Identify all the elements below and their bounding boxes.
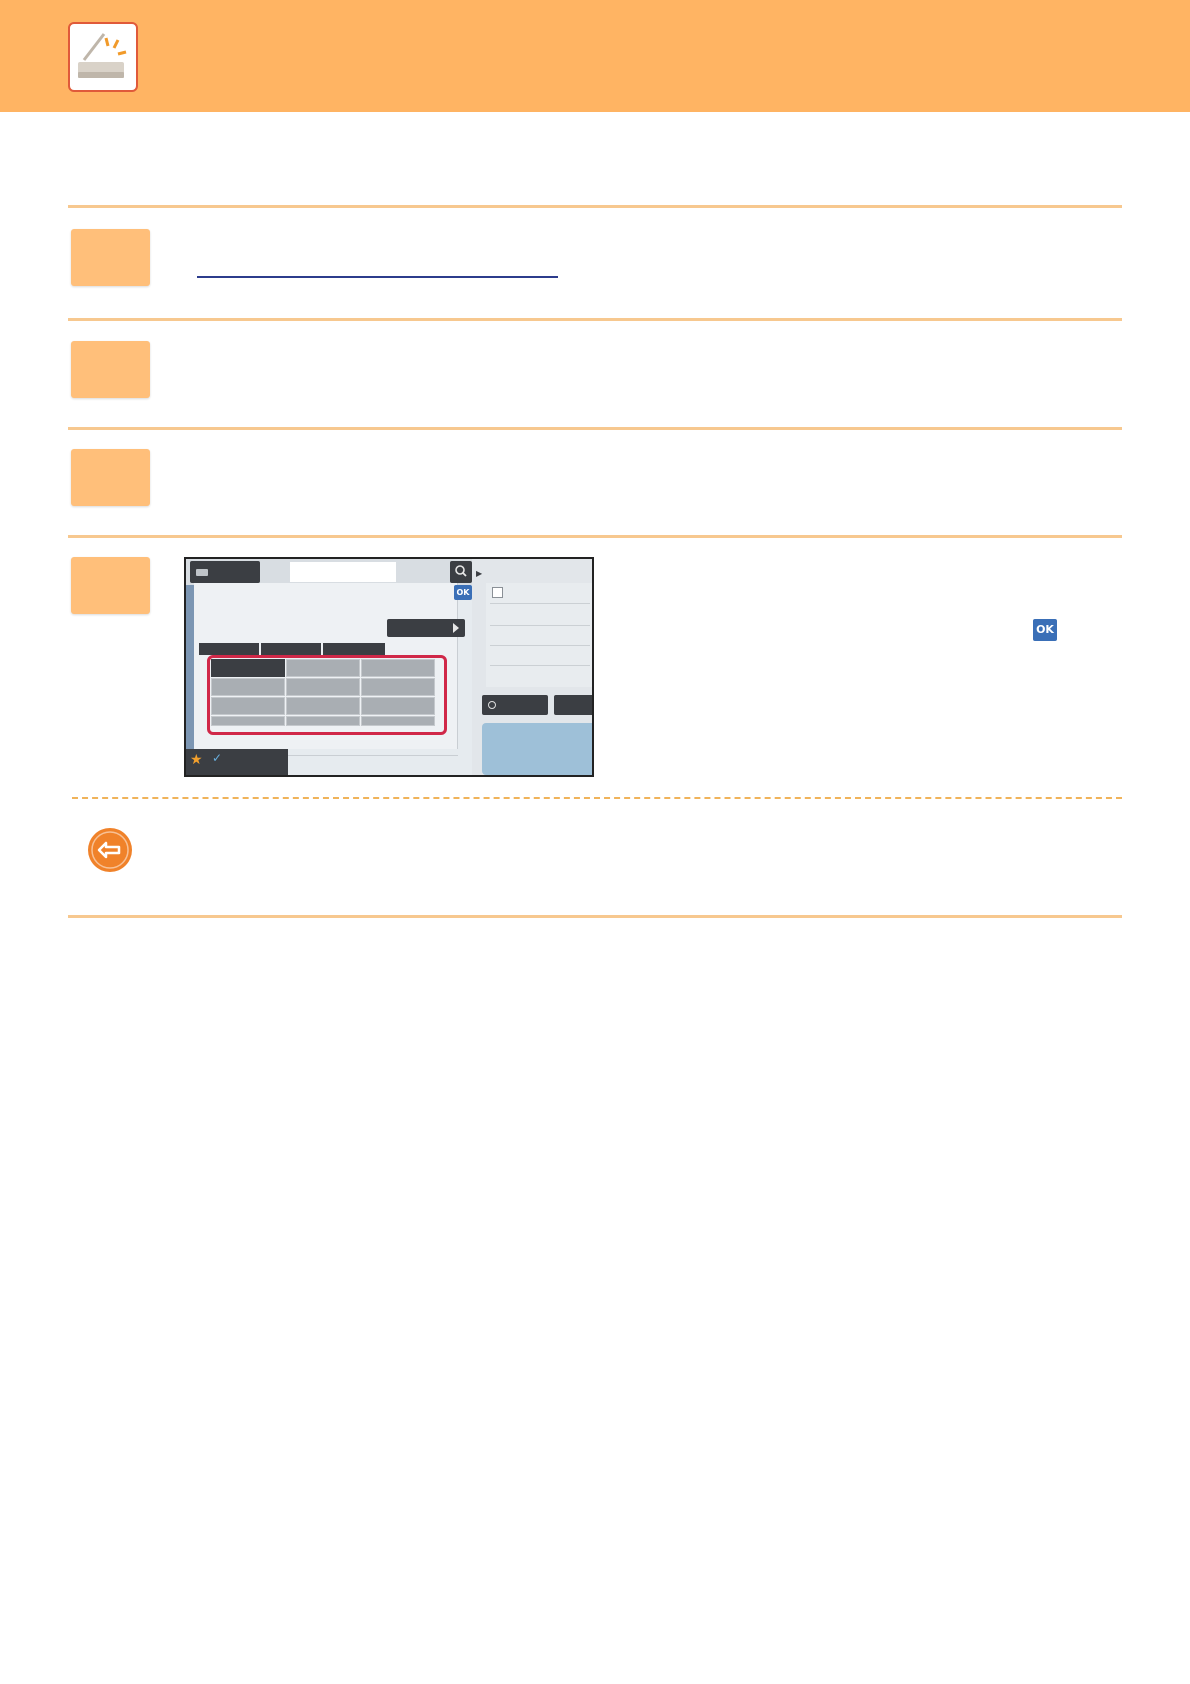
note-divider — [72, 797, 1122, 799]
panel-bottom-area — [288, 755, 458, 775]
reference-link[interactable] — [197, 276, 558, 278]
step-number-box — [71, 341, 150, 398]
panel-next-button[interactable] — [387, 619, 465, 637]
return-arrow-icon[interactable] — [86, 826, 134, 879]
step-number-box — [71, 557, 150, 614]
search-icon[interactable] — [450, 561, 472, 583]
section-divider — [68, 427, 1122, 430]
check-icon[interactable]: ✓ — [212, 751, 222, 765]
panel-start-button[interactable] — [482, 723, 592, 775]
panel-tab[interactable] — [323, 643, 385, 655]
section-divider — [68, 915, 1122, 918]
step-number-box — [71, 229, 150, 286]
play-icon[interactable]: ▶ — [476, 569, 482, 578]
step-number — [71, 557, 150, 614]
panel-right-area: ▶ — [472, 559, 592, 775]
operation-panel-screenshot: OK ★ ✓ ▶ — [184, 557, 594, 777]
grid-highlight-frame — [207, 655, 447, 735]
ok-key-icon: OK — [1033, 619, 1057, 641]
star-icon[interactable]: ★ — [190, 751, 203, 768]
panel-right-button[interactable] — [482, 695, 548, 715]
section-divider — [68, 205, 1122, 208]
step-number-box — [71, 449, 150, 506]
page-header — [0, 0, 1190, 112]
step-number — [71, 341, 150, 398]
panel-bottom-bar: ★ ✓ — [186, 749, 288, 775]
panel-mode-tab[interactable] — [190, 561, 260, 583]
scanner-icon — [68, 22, 138, 92]
panel-tab[interactable] — [261, 643, 321, 655]
panel-left-strip — [186, 585, 194, 749]
panel-checkbox[interactable] — [492, 587, 503, 598]
panel-ok-button[interactable]: OK — [454, 585, 472, 600]
section-divider — [68, 535, 1122, 538]
section-divider — [68, 318, 1122, 321]
step-number — [71, 229, 150, 286]
panel-right-button[interactable] — [554, 695, 592, 715]
panel-text-field[interactable] — [290, 562, 396, 582]
panel-right-list — [486, 583, 592, 687]
panel-tab[interactable] — [199, 643, 259, 655]
step-number — [71, 449, 150, 506]
